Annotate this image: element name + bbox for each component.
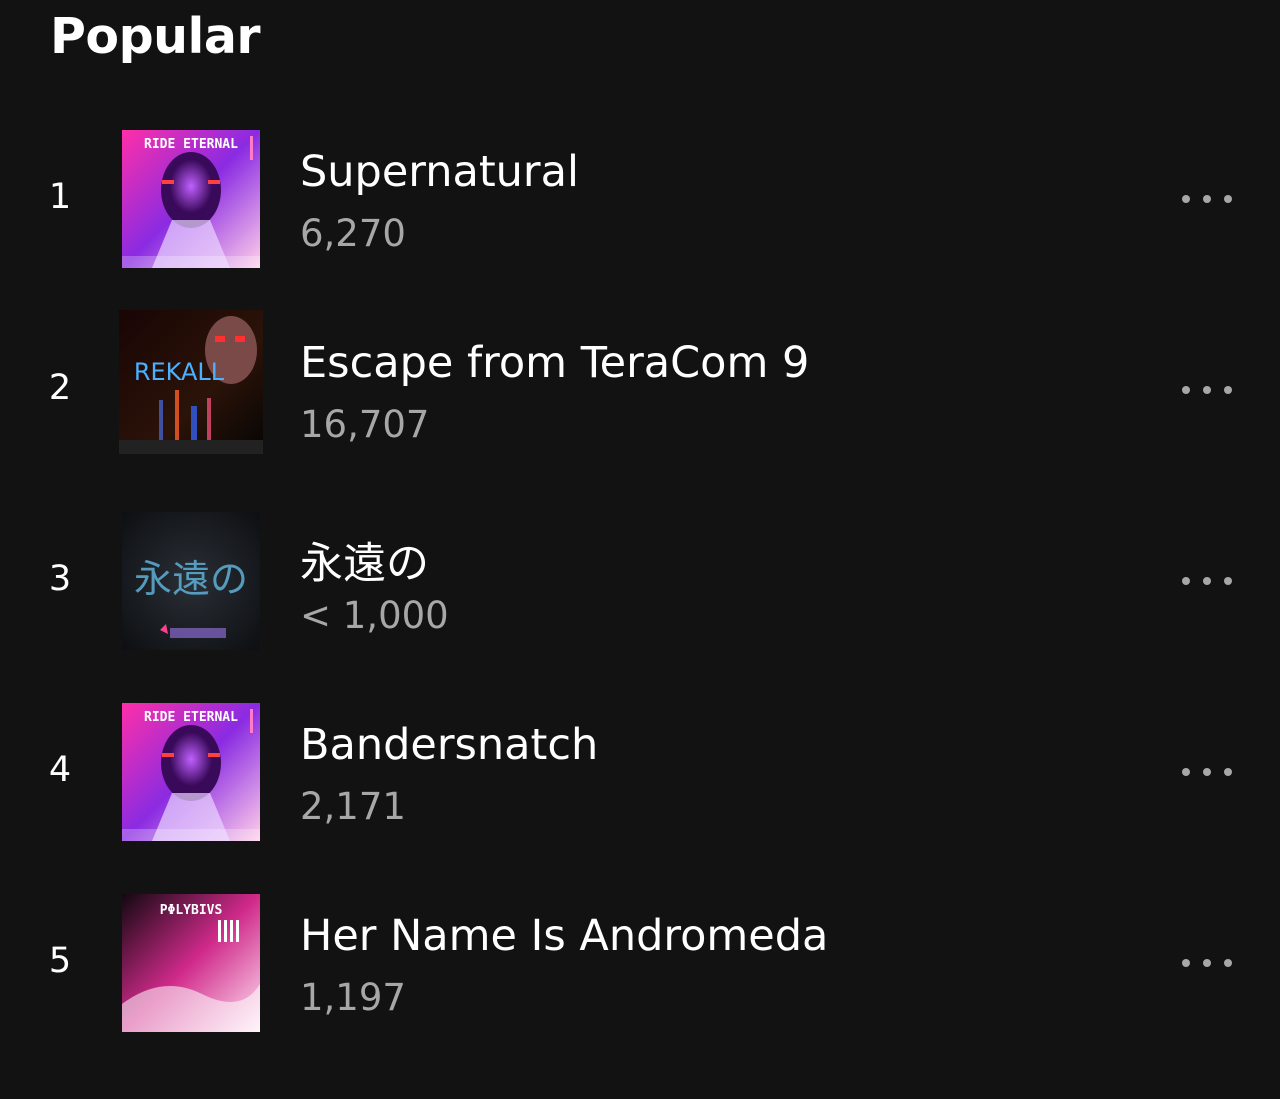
dot bbox=[1182, 959, 1190, 967]
more-options-icon[interactable] bbox=[1174, 758, 1240, 786]
track-title[interactable]: 永遠の bbox=[300, 529, 429, 591]
track-play-count: 2,171 bbox=[300, 785, 406, 828]
svg-text:永遠の: 永遠の bbox=[134, 557, 248, 601]
track-title[interactable]: Escape from TeraCom 9 bbox=[300, 338, 809, 388]
svg-text:RIDE ETERNAL: RIDE ETERNAL bbox=[144, 137, 238, 152]
track-play-count: 6,270 bbox=[300, 212, 406, 255]
track-list: 1 RIDE ETERNAL Supernatural 6,270 2 REKA… bbox=[0, 103, 1280, 1058]
more-options-icon[interactable] bbox=[1174, 185, 1240, 213]
track-row[interactable]: 5 PΦLYBIVS Her Name Is Andromeda 1,197 bbox=[0, 867, 1280, 1058]
svg-text:PΦLYBIVS: PΦLYBIVS bbox=[160, 903, 223, 918]
track-title[interactable]: Bandersnatch bbox=[300, 720, 598, 770]
dot bbox=[1182, 768, 1190, 776]
dot bbox=[1182, 195, 1190, 203]
track-index: 4 bbox=[48, 750, 72, 790]
dot bbox=[1224, 195, 1232, 203]
album-cover[interactable]: RIDE ETERNAL bbox=[122, 130, 260, 268]
dot bbox=[1203, 959, 1211, 967]
track-row[interactable]: 3 永遠の 永遠の < 1,000 bbox=[0, 485, 1280, 676]
album-cover[interactable]: RIDE ETERNAL bbox=[122, 703, 260, 841]
dot bbox=[1203, 768, 1211, 776]
track-play-count: 1,197 bbox=[300, 976, 406, 1019]
track-play-count: < 1,000 bbox=[300, 594, 449, 637]
dot bbox=[1203, 577, 1211, 585]
album-cover[interactable]: 永遠の bbox=[122, 512, 260, 650]
more-options-icon[interactable] bbox=[1174, 949, 1240, 977]
dot bbox=[1224, 768, 1232, 776]
dot bbox=[1224, 959, 1232, 967]
track-index: 5 bbox=[48, 941, 72, 981]
dot bbox=[1182, 577, 1190, 585]
track-row[interactable]: 2 REKALL Escape from TeraCom 9 16,707 bbox=[0, 294, 1280, 485]
album-cover[interactable]: PΦLYBIVS bbox=[122, 894, 260, 1032]
section-title: Popular bbox=[50, 8, 261, 65]
track-row[interactable]: 1 RIDE ETERNAL Supernatural 6,270 bbox=[0, 103, 1280, 294]
dot bbox=[1224, 386, 1232, 394]
track-title[interactable]: Her Name Is Andromeda bbox=[300, 911, 828, 961]
dot bbox=[1203, 195, 1211, 203]
track-row[interactable]: 4 RIDE ETERNAL Bandersnatch 2,171 bbox=[0, 676, 1280, 867]
more-options-icon[interactable] bbox=[1174, 376, 1240, 404]
track-index: 1 bbox=[48, 177, 72, 217]
svg-text:RIDE ETERNAL: RIDE ETERNAL bbox=[144, 710, 238, 725]
more-options-icon[interactable] bbox=[1174, 567, 1240, 595]
dot bbox=[1224, 577, 1232, 585]
track-play-count: 16,707 bbox=[300, 403, 430, 446]
track-title[interactable]: Supernatural bbox=[300, 147, 579, 197]
track-index: 2 bbox=[48, 368, 72, 408]
track-index: 3 bbox=[48, 559, 72, 599]
dot bbox=[1203, 386, 1211, 394]
dot bbox=[1182, 386, 1190, 394]
svg-text:REKALL: REKALL bbox=[134, 358, 225, 386]
album-cover[interactable]: REKALL bbox=[119, 310, 263, 454]
